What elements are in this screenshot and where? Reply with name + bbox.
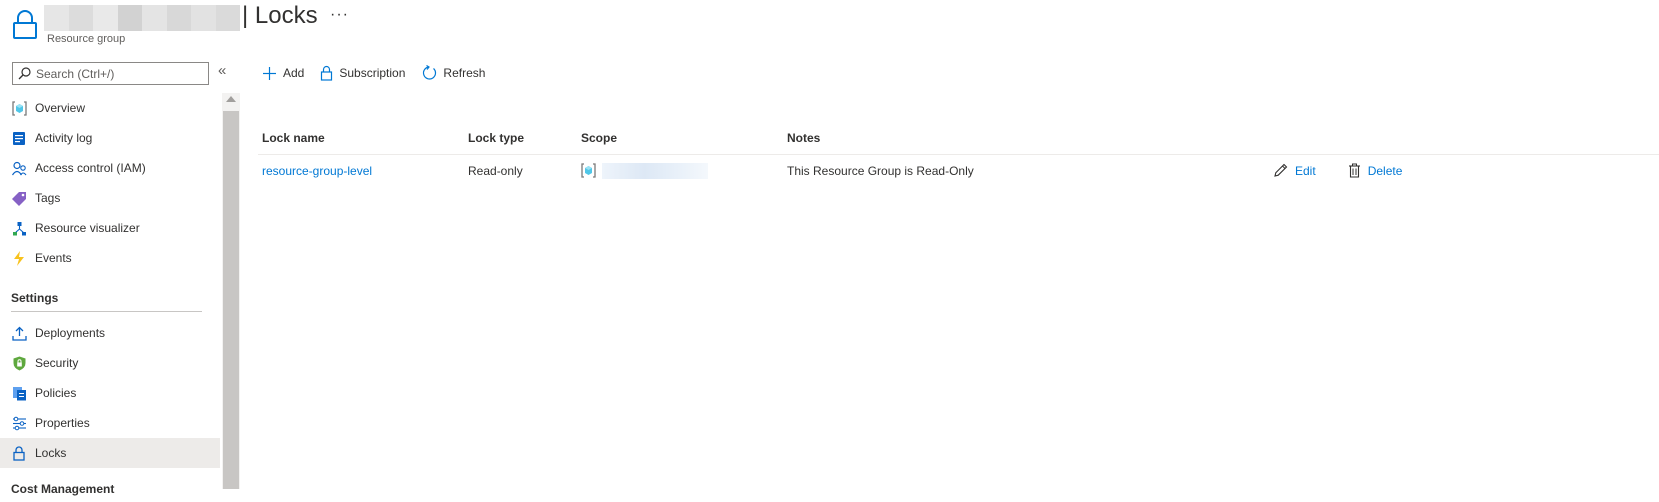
sidebar-item-label: Properties: [35, 416, 90, 430]
resource-group-icon: [581, 163, 596, 178]
sliders-icon: [11, 415, 27, 431]
page-subtitle: Resource group: [47, 33, 126, 45]
sidebar-item-label: Resource visualizer: [35, 221, 140, 235]
scope-cell: [581, 162, 787, 179]
sidebar-item-label: Access control (IAM): [35, 161, 146, 175]
shield-icon: [11, 355, 27, 371]
settings-section-header: Settings: [11, 291, 59, 305]
pencil-icon: [1274, 163, 1288, 177]
refresh-button[interactable]: Refresh: [421, 65, 485, 81]
sidebar-item-label: Activity log: [35, 131, 93, 145]
lock-name-link[interactable]: resource-group-level: [262, 164, 468, 178]
sidebar-item-policies[interactable]: Policies: [0, 378, 220, 408]
add-button[interactable]: Add: [262, 66, 304, 81]
sidebar-item-activity-log[interactable]: Activity log: [0, 123, 220, 153]
sidebar-item-label: Security: [35, 356, 79, 370]
plus-icon: [263, 66, 276, 80]
notes-cell: This Resource Group is Read-Only: [787, 163, 974, 178]
column-header-notes[interactable]: Notes: [787, 131, 1273, 145]
visualizer-icon: [11, 220, 27, 236]
sidebar-item-deployments[interactable]: Deployments: [0, 318, 220, 348]
sidebar-item-label: Tags: [35, 191, 61, 205]
search-input[interactable]: [36, 66, 196, 81]
edit-button[interactable]: Edit: [1273, 163, 1316, 178]
search-icon: [18, 67, 31, 80]
sidebar-item-label: Locks: [35, 446, 67, 460]
scroll-up-arrow[interactable]: [226, 96, 236, 102]
more-options-button[interactable]: ···: [330, 6, 349, 24]
sidebar-item-resource-visualizer[interactable]: Resource visualizer: [0, 213, 220, 243]
sidebar-item-tags[interactable]: Tags: [0, 183, 220, 213]
sidebar-nav: Overview Activity log Access control (IA…: [0, 93, 220, 502]
subscription-button-label: Subscription: [339, 66, 406, 80]
lock-type-cell: Read-only: [468, 163, 523, 178]
people-icon: [11, 160, 27, 176]
sidebar-item-properties[interactable]: Properties: [0, 408, 220, 438]
redacted-scope-name: [602, 162, 708, 179]
delete-button[interactable]: Delete: [1348, 163, 1403, 178]
lightning-icon: [11, 250, 27, 266]
refresh-button-label: Refresh: [443, 66, 486, 80]
sidebar-item-access-control[interactable]: Access control (IAM): [0, 153, 220, 183]
resource-group-icon: [11, 100, 27, 116]
sidebar-item-overview[interactable]: Overview: [0, 93, 220, 123]
refresh-icon: [423, 65, 437, 80]
page-header: | Locks ··· Resource group: [0, 0, 1659, 56]
tag-icon: [11, 190, 27, 206]
sidebar-item-locks[interactable]: Locks: [0, 438, 220, 468]
edit-button-label: Edit: [1295, 163, 1316, 178]
cost-management-section-header: Cost Management: [11, 482, 115, 496]
sidebar: « Overview Activity log Access control (…: [0, 56, 240, 496]
sidebar-item-events[interactable]: Events: [0, 243, 220, 273]
add-button-label: Add: [283, 66, 305, 80]
column-header-lock-type[interactable]: Lock type: [468, 131, 581, 145]
policy-icon: [11, 385, 27, 401]
sidebar-scrollbar[interactable]: [222, 93, 240, 489]
delete-button-label: Delete: [1367, 163, 1403, 178]
sidebar-item-label: Deployments: [35, 326, 106, 340]
command-bar: Add Subscription Refresh: [262, 62, 501, 84]
subscription-button[interactable]: Subscription: [320, 65, 405, 81]
sidebar-item-label: Overview: [35, 101, 86, 115]
table-header: Lock name Lock type Scope Notes: [262, 122, 1659, 154]
scroll-thumb[interactable]: [223, 111, 239, 489]
sidebar-item-label: Policies: [35, 386, 77, 400]
redacted-resource-name: [44, 5, 240, 31]
collapse-sidebar-button[interactable]: «: [218, 62, 226, 79]
lock-icon: [13, 10, 37, 39]
search-box[interactable]: [12, 62, 209, 85]
lock-icon: [321, 65, 333, 81]
sidebar-item-security[interactable]: Security: [0, 348, 220, 378]
upload-icon: [11, 325, 27, 341]
page-title: | Locks: [242, 2, 318, 29]
trash-icon: [1348, 163, 1360, 178]
column-header-lock-name[interactable]: Lock name: [262, 131, 468, 145]
sidebar-item-label: Events: [35, 251, 72, 265]
column-header-scope[interactable]: Scope: [581, 131, 787, 145]
section-divider: [11, 311, 202, 312]
locks-table: Lock name Lock type Scope Notes resource…: [258, 122, 1659, 186]
table-row: resource-group-level Read-only This Reso…: [258, 154, 1659, 186]
lock-icon: [11, 445, 27, 461]
activity-log-icon: [11, 130, 27, 146]
